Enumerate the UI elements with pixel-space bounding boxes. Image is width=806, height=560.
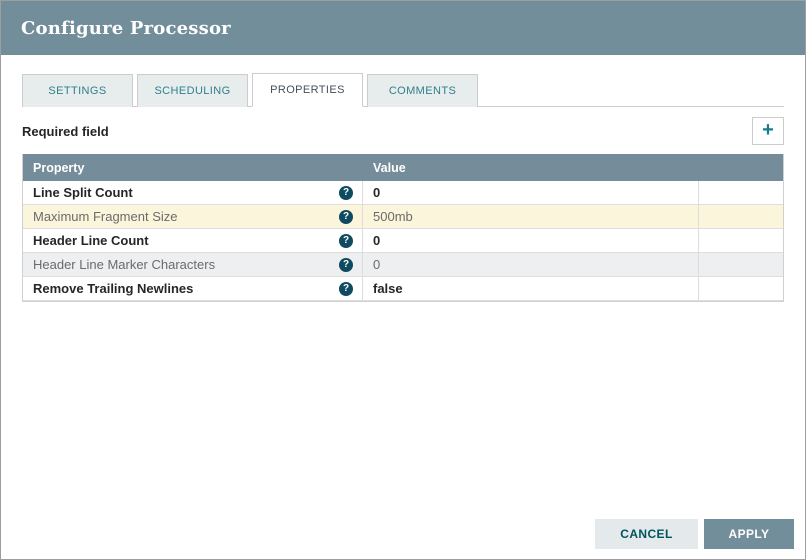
value-cell[interactable]: 0 — [363, 253, 699, 276]
dialog-header: Configure Processor — [1, 1, 805, 55]
apply-button[interactable]: APPLY — [704, 519, 794, 549]
row-extra-cell — [699, 181, 783, 204]
table-header-row: Property Value — [23, 154, 783, 181]
dialog-body: SETTINGS SCHEDULING PROPERTIES COMMENTS … — [1, 55, 805, 302]
value-cell[interactable]: 0 — [363, 181, 699, 204]
property-value: 0 — [373, 233, 381, 248]
property-name: Header Line Marker Characters — [33, 257, 216, 272]
dialog-footer: CANCEL APPLY — [595, 519, 794, 549]
dialog-title: Configure Processor — [21, 17, 231, 39]
property-name: Maximum Fragment Size — [33, 209, 178, 224]
tab-label: SCHEDULING — [154, 85, 231, 97]
tab-properties[interactable]: PROPERTIES — [252, 73, 363, 107]
property-name: Remove Trailing Newlines — [33, 281, 194, 296]
help-icon[interactable]: ? — [339, 185, 353, 200]
table-toolbar: Required field + — [22, 117, 784, 145]
property-name: Line Split Count — [33, 185, 133, 200]
tab-comments[interactable]: COMMENTS — [367, 74, 478, 107]
value-cell[interactable]: 500mb — [363, 205, 699, 228]
property-name: Header Line Count — [33, 233, 149, 248]
configure-processor-dialog: Configure Processor SETTINGS SCHEDULING … — [0, 0, 806, 560]
row-extra-cell — [699, 277, 783, 300]
tab-scheduling[interactable]: SCHEDULING — [137, 74, 248, 107]
property-value: 500mb — [373, 209, 413, 224]
property-value: 0 — [373, 185, 381, 200]
column-header-value: Value — [373, 160, 406, 175]
property-cell: Remove Trailing Newlines ? — [23, 277, 363, 300]
required-field-label: Required field — [22, 123, 109, 139]
property-cell: Header Line Count ? — [23, 229, 363, 252]
property-cell: Line Split Count ? — [23, 181, 363, 204]
add-property-button[interactable]: + — [752, 117, 784, 145]
help-icon[interactable]: ? — [339, 257, 353, 272]
property-cell: Maximum Fragment Size ? — [23, 205, 363, 228]
table-row[interactable]: Maximum Fragment Size ? 500mb — [23, 205, 783, 229]
help-icon[interactable]: ? — [339, 281, 353, 296]
property-cell: Header Line Marker Characters ? — [23, 253, 363, 276]
table-row[interactable]: Header Line Marker Characters ? 0 — [23, 253, 783, 277]
value-cell[interactable]: false — [363, 277, 699, 300]
tabs: SETTINGS SCHEDULING PROPERTIES COMMENTS — [22, 73, 784, 107]
row-extra-cell — [699, 229, 783, 252]
plus-icon: + — [762, 119, 774, 141]
table-row[interactable]: Remove Trailing Newlines ? false — [23, 277, 783, 301]
property-value: false — [373, 281, 403, 296]
tab-label: SETTINGS — [48, 85, 107, 97]
help-icon[interactable]: ? — [339, 233, 353, 248]
tab-label: COMMENTS — [388, 85, 457, 97]
table-body: Line Split Count ? 0 Maximum Fragment Si… — [23, 181, 783, 301]
property-value: 0 — [373, 257, 381, 272]
value-cell[interactable]: 0 — [363, 229, 699, 252]
help-icon[interactable]: ? — [339, 209, 353, 224]
tab-settings[interactable]: SETTINGS — [22, 74, 133, 107]
table-row[interactable]: Line Split Count ? 0 — [23, 181, 783, 205]
tab-label: PROPERTIES — [270, 84, 345, 96]
table-row[interactable]: Header Line Count ? 0 — [23, 229, 783, 253]
row-extra-cell — [699, 253, 783, 276]
cancel-button[interactable]: CANCEL — [595, 519, 698, 549]
column-header-property: Property — [33, 160, 85, 175]
properties-table: Property Value Line Split Count ? 0 Maxi… — [22, 154, 784, 302]
row-extra-cell — [699, 205, 783, 228]
